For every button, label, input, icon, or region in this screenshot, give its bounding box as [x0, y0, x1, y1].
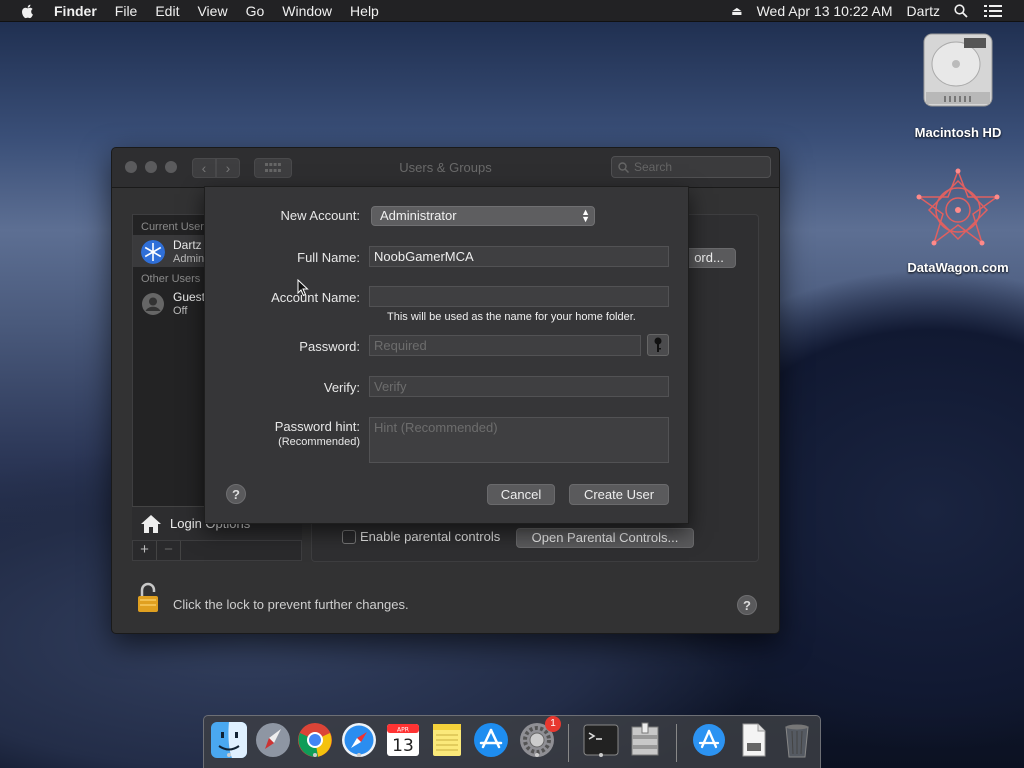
account-name-field[interactable]	[369, 286, 669, 307]
account-type-value: Administrator	[380, 208, 457, 223]
house-icon	[141, 515, 161, 533]
password-assistant-button[interactable]	[647, 334, 669, 356]
calendar-icon: APR 13	[387, 724, 419, 756]
parental-controls-checkbox[interactable]	[342, 530, 356, 544]
create-user-button[interactable]: Create User	[569, 484, 669, 505]
menu-go[interactable]: Go	[246, 3, 265, 19]
menu-file[interactable]: File	[115, 3, 138, 19]
menu-bar: Finder File Edit View Go Window Help ⏏ W…	[0, 0, 1024, 22]
snowflake-avatar-icon	[141, 240, 165, 264]
account-name-note: This will be used as the name for your h…	[387, 311, 636, 323]
add-remove-bar: + −	[132, 540, 302, 561]
dock-notes[interactable]	[428, 721, 466, 759]
dock-trash[interactable]	[778, 721, 816, 759]
dock-archive-utility[interactable]	[626, 721, 664, 759]
dock-downloads-stack[interactable]	[690, 721, 728, 759]
account-name-label: Account Name:	[271, 290, 360, 305]
password-hint-field[interactable]: Hint (Recommended)	[369, 417, 669, 463]
lock-instruction: Click the lock to prevent further change…	[173, 597, 409, 612]
dock-document[interactable]	[734, 721, 772, 759]
menu-window[interactable]: Window	[282, 3, 332, 19]
calendar-day: 13	[392, 736, 414, 756]
dock-separator	[676, 724, 677, 762]
dock-system-preferences[interactable]: 1	[518, 716, 561, 759]
clock[interactable]: Wed Apr 13 10:22 AM	[757, 3, 893, 19]
notes-icon	[433, 724, 461, 756]
notification-badge: 1	[545, 716, 561, 732]
dock-finder[interactable]	[210, 721, 248, 759]
search-placeholder: Search	[634, 160, 673, 174]
add-user-button[interactable]: +	[133, 541, 157, 560]
launchpad-icon	[256, 723, 290, 757]
new-account-label: New Account:	[280, 208, 361, 223]
notification-center-icon[interactable]	[984, 4, 1002, 18]
desktop-icon-label: DataWagon.com	[907, 260, 1009, 275]
datawagon-logo-icon	[916, 168, 1000, 246]
menu-help[interactable]: Help	[350, 3, 379, 19]
dock-separator	[568, 724, 569, 762]
password-label: Password:	[299, 339, 360, 354]
apple-menu-icon[interactable]	[20, 3, 36, 19]
guest-avatar-icon	[142, 293, 164, 315]
menu-view[interactable]: View	[197, 3, 227, 19]
password-hint-label: Password hint:	[274, 419, 360, 434]
eject-icon[interactable]: ⏏	[731, 4, 742, 18]
help-button[interactable]: ?	[737, 595, 757, 615]
trash-icon	[785, 724, 809, 758]
password-hint-sublabel: (Recommended)	[278, 436, 360, 448]
unlocked-lock-icon[interactable]	[136, 582, 160, 614]
calendar-month: APR	[397, 727, 409, 734]
title-bar[interactable]: ‹ › Users & Groups Search	[112, 148, 779, 188]
desktop-icon-macintosh-hd[interactable]: Macintosh HD	[903, 30, 1013, 140]
document-icon	[742, 723, 766, 757]
search-field[interactable]: Search	[611, 156, 771, 178]
verify-field[interactable]: Verify	[369, 376, 669, 397]
dock-calendar[interactable]: APR 13	[384, 721, 422, 759]
dock-app-store[interactable]	[472, 721, 510, 759]
password-field[interactable]: Required	[369, 335, 641, 356]
search-icon	[618, 162, 629, 173]
menu-extras: ⏏ Wed Apr 13 10:22 AM Dartz	[731, 0, 1024, 22]
menu-finder[interactable]: Finder	[54, 3, 97, 19]
dock-chrome[interactable]	[296, 721, 334, 759]
hard-drive-icon	[923, 33, 993, 107]
remove-user-button[interactable]: −	[157, 541, 181, 560]
desktop-icon-datawagon[interactable]: DataWagon.com	[903, 167, 1013, 275]
dock-safari[interactable]	[340, 721, 378, 759]
verify-label: Verify:	[323, 380, 360, 395]
desktop-icon-label: Macintosh HD	[914, 125, 1002, 140]
spotlight-icon[interactable]	[954, 4, 968, 18]
new-account-sheet: New Account: Administrator ▲ ▼ Full Name:…	[204, 186, 689, 524]
full-name-field[interactable]: NoobGamerMCA	[369, 246, 669, 267]
sheet-help-button[interactable]: ?	[226, 484, 246, 504]
change-password-button[interactable]: ord...	[682, 248, 736, 268]
dock-launchpad[interactable]	[254, 721, 292, 759]
app-store-icon	[474, 723, 508, 757]
full-name-label: Full Name:	[297, 250, 360, 265]
mouse-cursor-icon	[297, 279, 309, 297]
parental-controls-label: Enable parental controls	[360, 529, 501, 544]
menu-edit[interactable]: Edit	[155, 3, 179, 19]
key-icon	[654, 337, 662, 352]
account-type-popup[interactable]: Administrator ▲ ▼	[371, 206, 595, 226]
cancel-button[interactable]: Cancel	[487, 484, 555, 505]
dock-terminal[interactable]	[582, 721, 620, 759]
user-menu[interactable]: Dartz	[907, 3, 940, 19]
dock: APR 13 1	[203, 715, 821, 768]
open-parental-controls-button[interactable]: Open Parental Controls...	[516, 528, 694, 548]
updown-arrows-icon: ▲ ▼	[581, 207, 590, 224]
archive-utility-icon	[631, 722, 659, 756]
app-store-downloads-icon	[693, 724, 725, 756]
